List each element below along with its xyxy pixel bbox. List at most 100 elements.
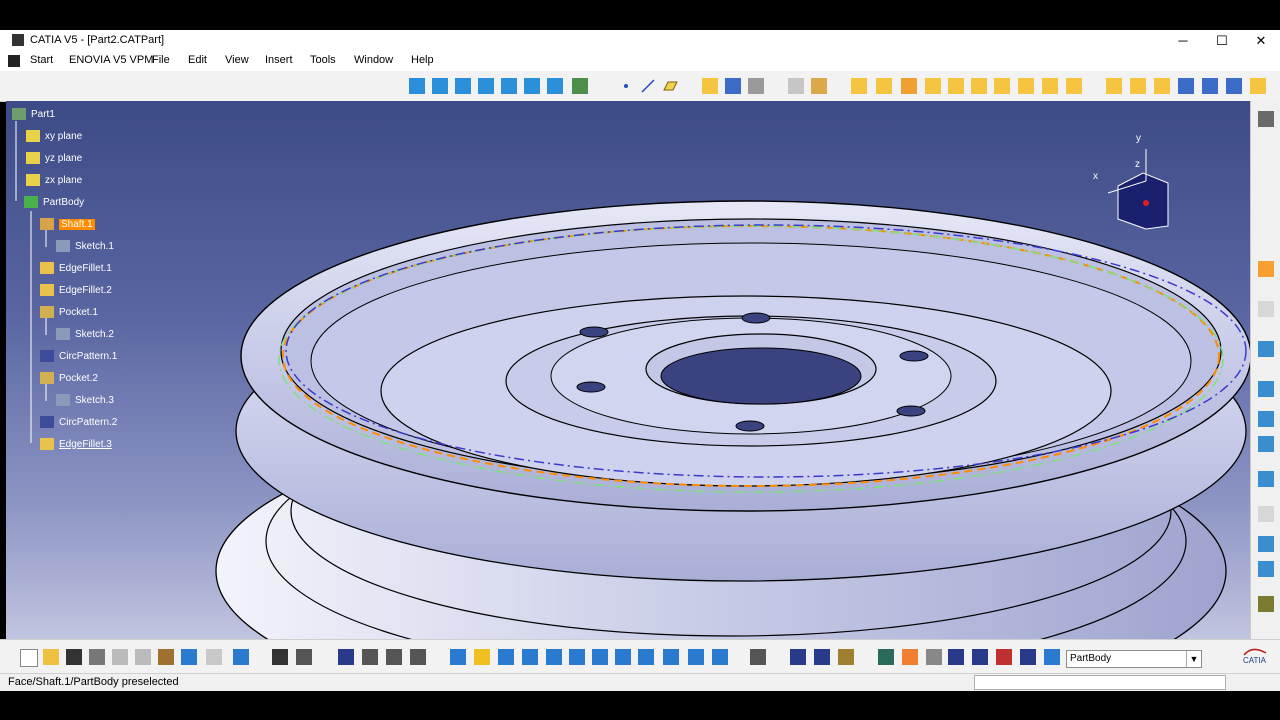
tree-item-edgefillet-3[interactable]: EdgeFillet.3 bbox=[40, 436, 112, 452]
formula-icon[interactable] bbox=[272, 649, 288, 665]
fly-mode-icon[interactable] bbox=[450, 649, 466, 665]
start-icon[interactable] bbox=[8, 55, 20, 67]
list-icon[interactable] bbox=[1020, 649, 1036, 665]
slot-icon[interactable] bbox=[994, 78, 1010, 94]
cycle-icon[interactable] bbox=[878, 649, 894, 665]
table-icon[interactable] bbox=[338, 649, 354, 665]
multi-view-icon[interactable] bbox=[615, 649, 631, 665]
gear-icon[interactable] bbox=[1258, 111, 1274, 127]
axis-system-icon[interactable] bbox=[790, 649, 806, 665]
axis-icon[interactable] bbox=[926, 649, 942, 665]
view-back-icon[interactable] bbox=[432, 78, 448, 94]
tree-expand-icon[interactable] bbox=[362, 649, 378, 665]
tree-item-sketch-2[interactable]: Sketch.2 bbox=[56, 326, 114, 342]
part-design-icon[interactable] bbox=[725, 78, 741, 94]
3d-viewport[interactable]: y x z Part1 xy plane yz plane zx plane P… bbox=[6, 101, 1250, 639]
draft-icon[interactable] bbox=[1106, 78, 1122, 94]
view-bottom-icon[interactable] bbox=[524, 78, 540, 94]
body-selector[interactable]: PartBody ▼ bbox=[1066, 650, 1202, 668]
view-right-icon[interactable] bbox=[478, 78, 494, 94]
refresh-icon[interactable] bbox=[902, 649, 918, 665]
fillet-tool-icon[interactable] bbox=[1042, 78, 1058, 94]
view-front-icon[interactable] bbox=[409, 78, 425, 94]
menu-tools[interactable]: Tools bbox=[310, 54, 336, 66]
menu-view[interactable]: View bbox=[225, 54, 249, 66]
tree-item-edgefillet-2[interactable]: EdgeFillet.2 bbox=[40, 282, 112, 298]
dimensions-icon[interactable] bbox=[948, 649, 964, 665]
material-icon[interactable] bbox=[838, 649, 854, 665]
reorder-icon[interactable] bbox=[972, 649, 988, 665]
shading-icon[interactable] bbox=[663, 649, 679, 665]
command-input[interactable] bbox=[974, 675, 1226, 690]
normal-view-icon[interactable] bbox=[592, 649, 608, 665]
constraints-icon[interactable] bbox=[814, 649, 830, 665]
zoom-in-icon[interactable] bbox=[546, 649, 562, 665]
thickness-icon[interactable] bbox=[1154, 78, 1170, 94]
undo-icon[interactable] bbox=[181, 649, 197, 665]
menu-enovia[interactable]: ENOVIA V5 VPM bbox=[69, 54, 153, 66]
print-icon[interactable] bbox=[89, 649, 105, 665]
menu-insert[interactable]: Insert bbox=[265, 54, 293, 66]
grid-icon[interactable] bbox=[572, 78, 588, 94]
close-button[interactable]: ✕ bbox=[1246, 32, 1276, 49]
tree-item-zx-plane[interactable]: zx plane bbox=[26, 172, 82, 188]
maximize-button[interactable]: ☐ bbox=[1207, 32, 1237, 49]
scale-icon[interactable] bbox=[1250, 78, 1266, 94]
thread-icon[interactable] bbox=[1178, 78, 1194, 94]
pattern-icon[interactable] bbox=[1226, 78, 1242, 94]
rotate-icon[interactable] bbox=[522, 649, 538, 665]
text-icon[interactable] bbox=[1258, 506, 1274, 522]
select-arrow-icon[interactable] bbox=[1258, 261, 1274, 277]
menu-file[interactable]: File bbox=[152, 54, 170, 66]
groove-icon[interactable] bbox=[925, 78, 941, 94]
pocket-tool-icon[interactable] bbox=[876, 78, 892, 94]
paste-icon[interactable] bbox=[158, 649, 174, 665]
catalog-icon[interactable] bbox=[386, 649, 402, 665]
knowledge-icon[interactable] bbox=[296, 649, 312, 665]
tree-item-circpattern-2[interactable]: CircPattern.2 bbox=[40, 414, 117, 430]
transform-icon[interactable] bbox=[1258, 411, 1274, 427]
zoom-out-icon[interactable] bbox=[569, 649, 585, 665]
eraser-icon[interactable] bbox=[1044, 649, 1060, 665]
menu-window[interactable]: Window bbox=[354, 54, 393, 66]
open-file-icon[interactable] bbox=[43, 649, 59, 665]
view-iso-icon[interactable] bbox=[547, 78, 563, 94]
view-top-icon[interactable] bbox=[501, 78, 517, 94]
tree-item-yz-plane[interactable]: yz plane bbox=[26, 150, 82, 166]
apply-material-icon[interactable] bbox=[1258, 561, 1274, 577]
point-icon[interactable] bbox=[618, 78, 634, 94]
tree-item-partbody[interactable]: PartBody bbox=[24, 194, 84, 210]
view-left-icon[interactable] bbox=[455, 78, 471, 94]
wheel-rim-model[interactable] bbox=[215, 200, 1250, 639]
plane-tool-icon[interactable] bbox=[662, 78, 678, 94]
measure-tool-icon[interactable] bbox=[1258, 596, 1274, 612]
tree-item-xy-plane[interactable]: xy plane bbox=[26, 128, 82, 144]
sketch-tool-icon[interactable] bbox=[702, 78, 718, 94]
whats-this-icon[interactable] bbox=[233, 649, 249, 665]
pan-icon[interactable] bbox=[498, 649, 514, 665]
minimize-button[interactable]: ─ bbox=[1168, 32, 1198, 49]
hole-icon[interactable] bbox=[948, 78, 964, 94]
swap-space-icon[interactable] bbox=[712, 649, 728, 665]
tree-item-shaft-1[interactable]: Shaft.1 bbox=[40, 216, 95, 232]
save-icon[interactable] bbox=[66, 649, 82, 665]
fit-all-icon[interactable] bbox=[474, 649, 490, 665]
mirror-icon[interactable] bbox=[1202, 78, 1218, 94]
menu-help[interactable]: Help bbox=[411, 54, 434, 66]
delete-constraint-icon[interactable] bbox=[996, 649, 1012, 665]
chamfer-icon[interactable] bbox=[1066, 78, 1082, 94]
rib-icon[interactable] bbox=[971, 78, 987, 94]
cut-icon[interactable] bbox=[112, 649, 128, 665]
copy-icon[interactable] bbox=[135, 649, 151, 665]
redo-icon[interactable] bbox=[206, 649, 222, 665]
tree-item-edgefillet-1[interactable]: EdgeFillet.1 bbox=[40, 260, 112, 276]
loft-icon[interactable] bbox=[1018, 78, 1034, 94]
surface-icon[interactable] bbox=[1258, 341, 1274, 357]
annotation-icon[interactable] bbox=[1258, 536, 1274, 552]
sketcher-icon[interactable] bbox=[1258, 301, 1274, 317]
measure-icon[interactable] bbox=[748, 78, 764, 94]
analysis-icon[interactable] bbox=[788, 78, 804, 94]
menu-start[interactable]: Start bbox=[30, 54, 53, 66]
tree-item-sketch-1[interactable]: Sketch.1 bbox=[56, 238, 114, 254]
tree-item-pocket-2[interactable]: Pocket.2 bbox=[40, 370, 98, 386]
